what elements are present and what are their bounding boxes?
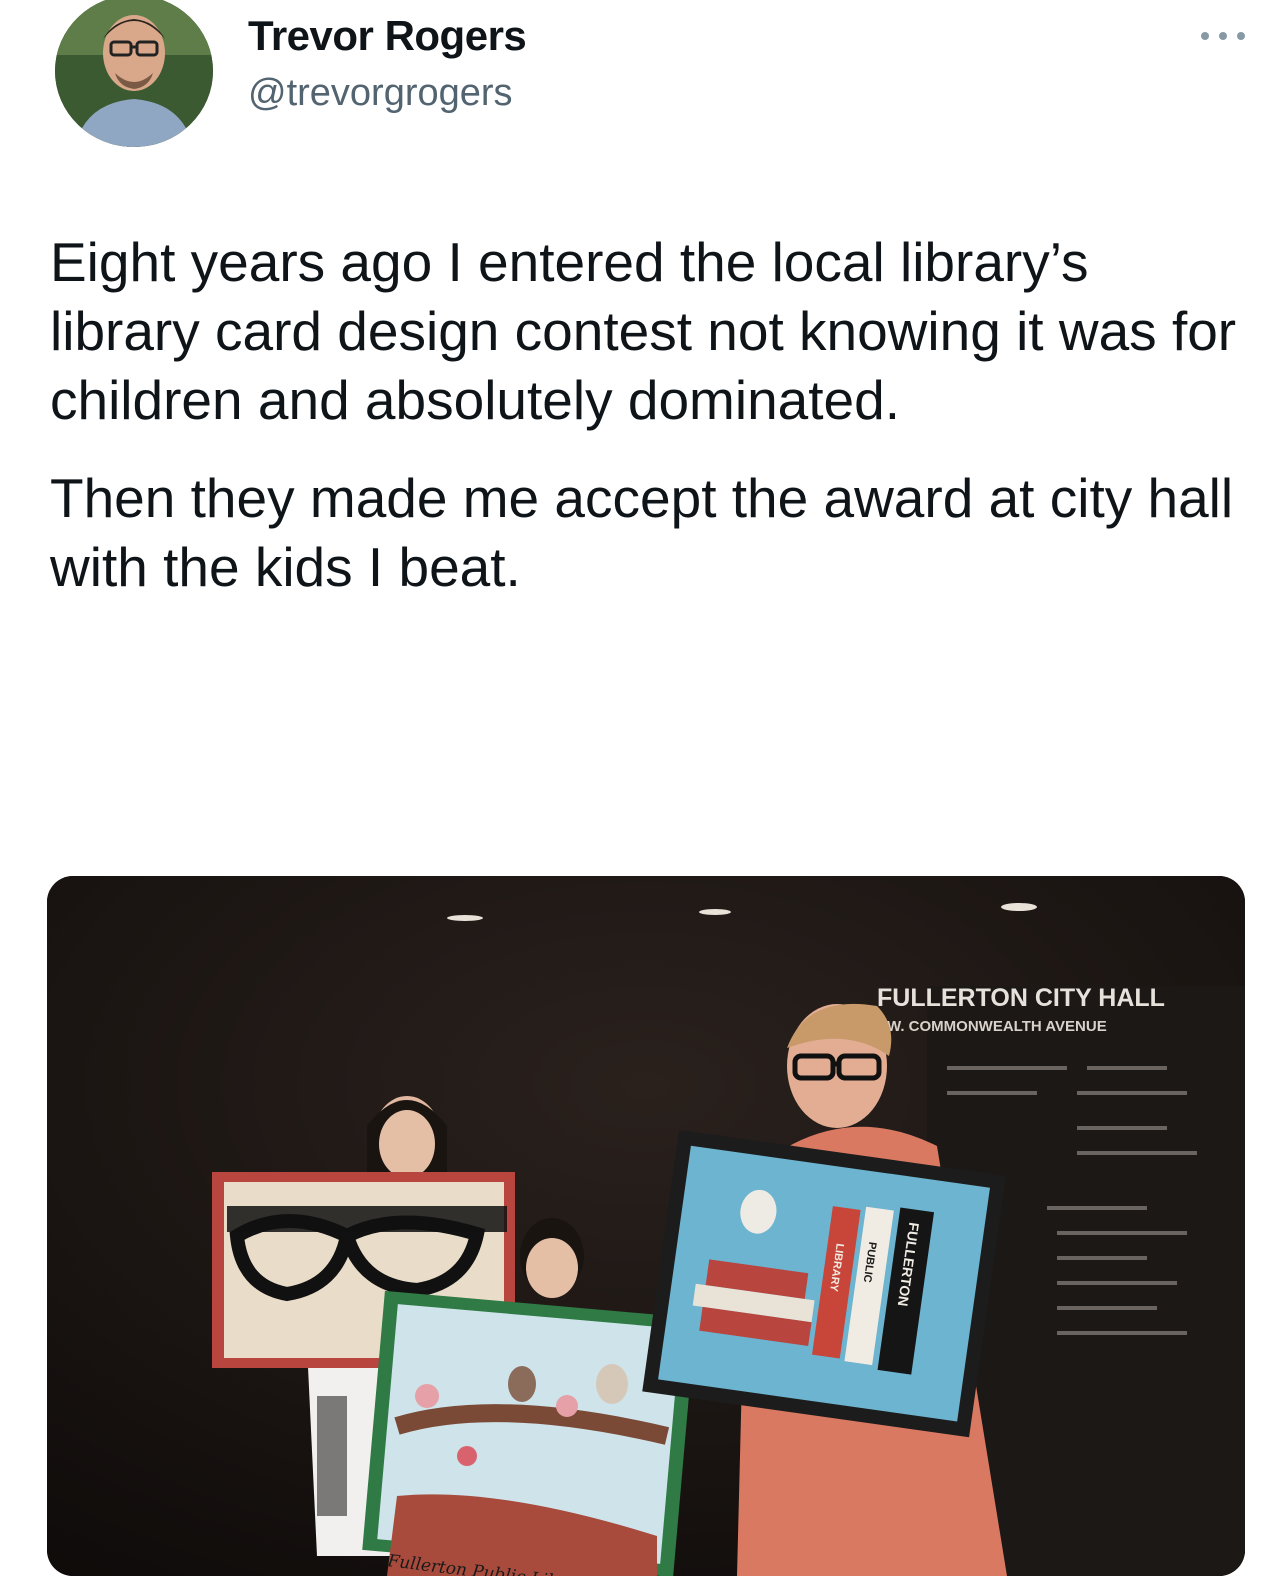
owl-branch-card: Fullerton Public Library xyxy=(362,1290,696,1576)
avatar[interactable] xyxy=(55,0,213,147)
winning-library-card: FULLERTON PUBLIC LIBRARY xyxy=(642,1129,1006,1438)
dot xyxy=(1219,32,1227,40)
award-photo: FULLERTON CITY HALL W. COMMONWEALTH AVEN… xyxy=(47,876,1245,1576)
dot xyxy=(1201,32,1209,40)
tweet-photo[interactable]: FULLERTON CITY HALL W. COMMONWEALTH AVEN… xyxy=(47,876,1245,1576)
tweet-paragraph-2: Then they made me accept the award at ci… xyxy=(50,467,1234,598)
ceiling-light xyxy=(699,909,731,915)
tweet-body: Eight years ago I entered the local libr… xyxy=(50,228,1240,631)
ceiling-light xyxy=(1001,903,1037,911)
ceiling-light xyxy=(447,915,483,921)
tweet-paragraph-1: Eight years ago I entered the local libr… xyxy=(50,231,1237,431)
city-hall-sign: FULLERTON CITY HALL xyxy=(877,984,1165,1012)
tweet-header: Trevor Rogers @trevorgrogers xyxy=(55,0,1245,160)
dot xyxy=(1237,32,1245,40)
address-sign: W. COMMONWEALTH AVENUE xyxy=(887,1018,1107,1035)
more-options-icon[interactable] xyxy=(1201,28,1245,44)
display-name[interactable]: Trevor Rogers xyxy=(248,12,527,60)
user-handle[interactable]: @trevorgrogers xyxy=(248,72,513,115)
profile-photo-icon xyxy=(55,0,213,147)
